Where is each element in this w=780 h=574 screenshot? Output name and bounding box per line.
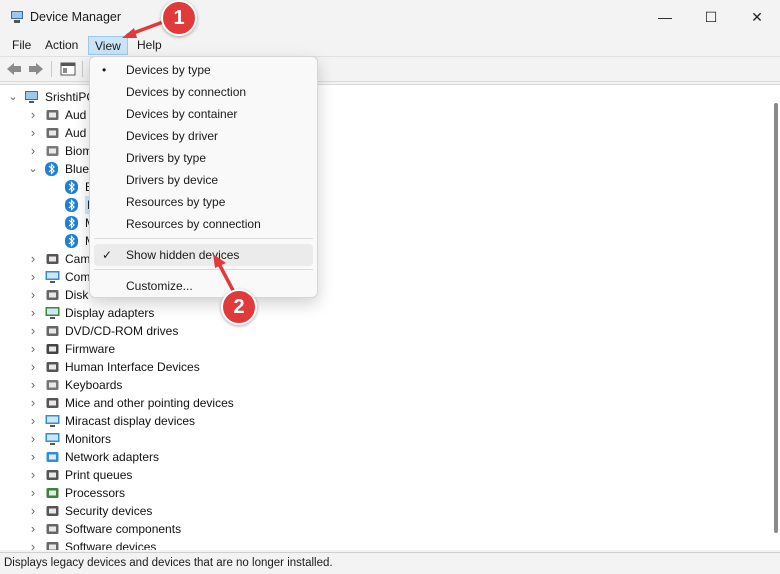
annotation-arrows: [122, 20, 238, 298]
step-1-callout: 1: [161, 0, 197, 36]
step-2-callout: 2: [221, 289, 257, 325]
